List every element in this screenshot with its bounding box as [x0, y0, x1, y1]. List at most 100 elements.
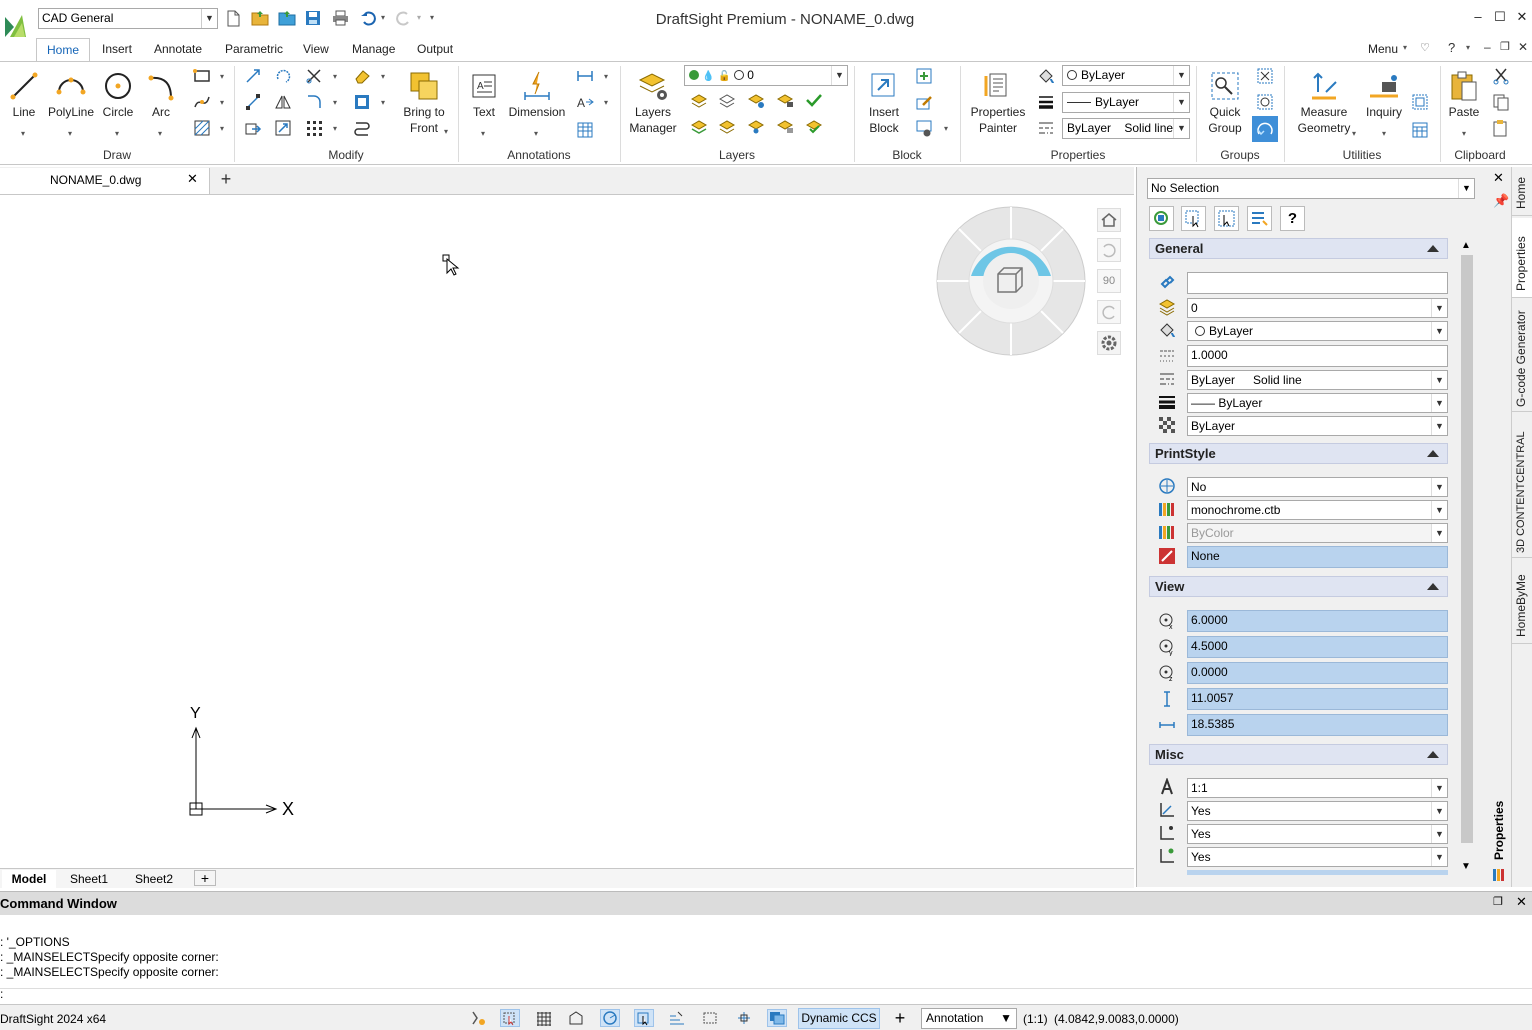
- rotate-cw-icon[interactable]: [1097, 300, 1121, 324]
- leader-dropdown-icon[interactable]: ▾: [604, 98, 608, 107]
- rectangle-dropdown-icon[interactable]: ▾: [220, 72, 224, 81]
- select-similar-icon[interactable]: [1411, 93, 1429, 111]
- collapse-ribbon-icon[interactable]: ♡: [1420, 41, 1430, 54]
- group-manager-icon[interactable]: [1256, 67, 1274, 85]
- view-section-header[interactable]: View: [1149, 576, 1448, 597]
- line-button[interactable]: Line ▾: [6, 70, 42, 138]
- add-sheet-icon[interactable]: +: [194, 870, 216, 886]
- doc-close-icon[interactable]: ✕: [1518, 40, 1528, 54]
- general-section-header[interactable]: General: [1149, 238, 1448, 259]
- pattern-icon[interactable]: [305, 119, 323, 137]
- layer-unlock-icon[interactable]: [776, 117, 794, 135]
- view-cube[interactable]: [934, 204, 1088, 358]
- rectangle-icon[interactable]: [193, 67, 211, 85]
- create-block-icon[interactable]: [915, 67, 933, 85]
- save-icon[interactable]: [305, 10, 323, 27]
- layer-combo[interactable]: 💧 🔓 0 ▼: [684, 65, 848, 86]
- hyperlink-field[interactable]: [1187, 272, 1448, 294]
- tab-manage[interactable]: Manage: [350, 38, 397, 62]
- quick-group-button[interactable]: Quick Group: [1204, 70, 1246, 136]
- center-z-field[interactable]: 0.0000: [1187, 662, 1448, 684]
- polyline-dropdown-icon[interactable]: ▾: [68, 126, 72, 142]
- menu-chevron-icon[interactable]: ▾: [1403, 43, 1407, 52]
- polyline-button[interactable]: PolyLine ▾: [46, 70, 96, 138]
- arc-button[interactable]: Arc ▾: [144, 70, 178, 138]
- center-x-field[interactable]: 6.0000: [1187, 610, 1448, 632]
- hatch-dropdown-icon[interactable]: ▾: [220, 124, 224, 133]
- edit-block-icon[interactable]: [915, 93, 933, 111]
- undo-dropdown-icon[interactable]: ▾: [381, 13, 385, 22]
- redo-icon[interactable]: [396, 10, 414, 27]
- view-height-field[interactable]: 11.0057: [1187, 688, 1448, 710]
- stretch-icon[interactable]: [244, 119, 262, 137]
- new-document-tab-icon[interactable]: +: [216, 168, 236, 190]
- layer-lock-toggle-icon[interactable]: [776, 91, 794, 109]
- sheet-tab-model[interactable]: Model: [2, 870, 56, 888]
- layer-freeze-toggle-icon[interactable]: [747, 117, 765, 135]
- undo-icon[interactable]: [360, 10, 378, 27]
- linetype-scale-field[interactable]: 1.0000: [1187, 345, 1448, 367]
- doc-minimize-icon[interactable]: –: [1484, 40, 1491, 54]
- quick-input-icon[interactable]: [734, 1009, 754, 1027]
- draftsight-logo-icon[interactable]: [2, 9, 28, 39]
- offset-dropdown-icon[interactable]: ▾: [381, 98, 385, 107]
- open-folder-icon[interactable]: [251, 10, 269, 27]
- inquiry-dropdown-icon[interactable]: ▾: [1382, 126, 1386, 142]
- etrack-icon[interactable]: [667, 1009, 687, 1027]
- dynamic-ccs-toggle[interactable]: Dynamic CCS: [798, 1008, 880, 1029]
- redo-dropdown-icon[interactable]: ▾: [417, 13, 421, 22]
- grid-icon[interactable]: [534, 1009, 554, 1027]
- copy-icon[interactable]: [244, 93, 262, 111]
- annotation-scale-select[interactable]: Annotation ▼: [921, 1008, 1017, 1029]
- scroll-down-icon[interactable]: ▼: [1461, 861, 1471, 872]
- cut-icon[interactable]: [1492, 67, 1510, 85]
- layers-manager-button[interactable]: Layers Manager: [626, 70, 680, 136]
- color-combo[interactable]: ByLayer ▼: [1062, 65, 1190, 86]
- rotate-icon[interactable]: [274, 67, 292, 85]
- fillet-dropdown-icon[interactable]: ▾: [333, 98, 337, 107]
- workspace-select[interactable]: CAD General ▼: [38, 8, 218, 29]
- tab-output[interactable]: Output: [415, 38, 455, 62]
- print-attached-field[interactable]: None: [1187, 546, 1448, 568]
- ccs-per-viewport-field[interactable]: Yes ▼: [1187, 847, 1448, 867]
- block-attributes-dropdown-icon[interactable]: ▾: [944, 124, 948, 133]
- ortho-icon[interactable]: [566, 1009, 586, 1027]
- print-style-field[interactable]: ByColor ▼: [1187, 523, 1448, 543]
- sheet-tab-sheet2[interactable]: Sheet2: [124, 870, 184, 888]
- copy-clipboard-icon[interactable]: [1492, 93, 1510, 111]
- scroll-up-icon[interactable]: ▲: [1461, 240, 1471, 251]
- smart-dimension-dropdown-icon[interactable]: ▾: [604, 72, 608, 81]
- hatch-icon[interactable]: [193, 119, 211, 137]
- dimension-button[interactable]: Dimension ▾: [506, 70, 568, 138]
- tab-insert[interactable]: Insert: [100, 38, 134, 62]
- color-field[interactable]: ByLayer ▼: [1187, 321, 1448, 341]
- dimension-dropdown-icon[interactable]: ▾: [534, 126, 538, 142]
- side-tab-gcode-generator[interactable]: G-code Generator: [1512, 300, 1532, 412]
- close-icon[interactable]: ✕: [1512, 8, 1532, 26]
- printstyle-section-header[interactable]: PrintStyle: [1149, 443, 1448, 464]
- home-view-icon[interactable]: [1097, 208, 1121, 232]
- measure-geometry-button[interactable]: Measure Geometry ▾: [1292, 70, 1356, 138]
- panel-help-icon[interactable]: ?: [1280, 206, 1305, 231]
- linetype-combo[interactable]: ByLayer Solid line ▼: [1062, 118, 1190, 139]
- view-width-field[interactable]: 18.5385: [1187, 714, 1448, 736]
- print-icon[interactable]: [332, 10, 350, 27]
- bring-to-front-dropdown-icon[interactable]: ▾: [444, 124, 448, 140]
- erase-icon[interactable]: [353, 67, 371, 85]
- scale-icon[interactable]: [274, 119, 292, 137]
- print-enabled-field[interactable]: No ▼: [1187, 477, 1448, 497]
- minimize-icon[interactable]: –: [1468, 8, 1488, 26]
- erase-dropdown-icon[interactable]: ▾: [381, 72, 385, 81]
- lineweight-icon[interactable]: [1037, 93, 1055, 111]
- help-dropdown-icon[interactable]: ▾: [1466, 43, 1470, 52]
- side-tab-3d-contentcentral[interactable]: 3D CONTENTCENTRAL: [1512, 414, 1532, 558]
- offset-icon[interactable]: [353, 93, 371, 111]
- layer-states-icon[interactable]: [718, 91, 736, 109]
- close-panel-icon[interactable]: ✕: [1493, 170, 1504, 186]
- tab-home[interactable]: Home: [36, 38, 90, 62]
- trim-icon[interactable]: [305, 67, 323, 85]
- tab-annotate[interactable]: Annotate: [152, 38, 204, 62]
- command-window-float-icon[interactable]: ❐: [1493, 895, 1503, 908]
- view-angle-value[interactable]: 90: [1097, 269, 1121, 293]
- pin-panel-icon[interactable]: 📌: [1493, 193, 1509, 209]
